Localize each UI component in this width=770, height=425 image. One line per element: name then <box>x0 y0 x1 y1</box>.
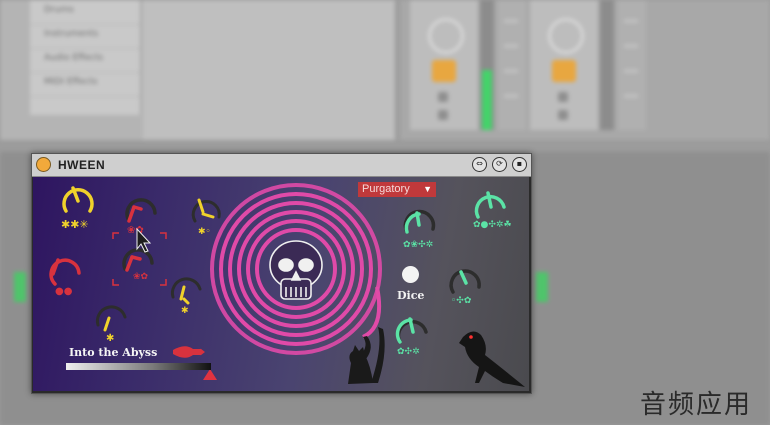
yellow-knob-2[interactable] <box>191 198 221 223</box>
red-knob-2-symbols: ●● <box>55 286 73 297</box>
yellow-knob-4[interactable] <box>95 305 127 332</box>
mixer-strip <box>530 0 598 130</box>
crow-silhouette-icon <box>459 331 525 387</box>
browser-item-label: Drums <box>44 5 74 15</box>
device-panel: ✱✱✳ ✱◦ ✱ ✱ ❀✿ ●● ❀✿ ✿❀✣✲ ✿●✣✲☘ ◦✣✿ ✿✣✲ P… <box>33 177 529 391</box>
preset-dropdown[interactable]: Purgatory ▼ <box>358 182 436 197</box>
device-power-button[interactable] <box>36 157 51 172</box>
monitor-button[interactable] <box>558 110 568 120</box>
abyss-slider-handle[interactable] <box>203 369 217 380</box>
mixer-panel <box>400 0 770 140</box>
browser-item[interactable]: Instruments <box>30 24 140 49</box>
map-icon[interactable]: ⇔ <box>472 157 487 172</box>
yellow-knob-3[interactable] <box>170 277 202 305</box>
watermark: 音频应用 <box>640 390 753 420</box>
track-marker <box>536 272 548 302</box>
device-title: HWEEN <box>58 158 106 172</box>
browser-item[interactable]: Audio Effects <box>30 48 140 73</box>
solo-button[interactable] <box>552 60 576 82</box>
preset-dropdown-value: Purgatory <box>362 183 410 195</box>
pan-knob[interactable] <box>428 18 464 54</box>
arm-button[interactable] <box>438 92 448 102</box>
volume-scale <box>618 0 646 130</box>
yellow-knob-3-symbols: ✱ <box>181 306 189 316</box>
red-knob-3-symbols: ❀✿ <box>133 272 149 282</box>
yellow-knob-4-symbols: ✱ <box>106 333 114 344</box>
green-knob-1[interactable] <box>403 209 436 234</box>
green-knob-4-symbols: ✿✣✲ <box>397 347 420 357</box>
yellow-knob-1[interactable] <box>62 186 94 213</box>
chevron-down-icon: ▼ <box>423 184 432 194</box>
device-titlebar: HWEEN ⇔ ⟳ ▪ <box>32 154 531 177</box>
green-knob-3[interactable] <box>449 269 481 294</box>
dice-label: Dice <box>397 289 425 302</box>
hot-swap-icon[interactable]: ⟳ <box>492 157 507 172</box>
hween-device: HWEEN ⇔ ⟳ ▪ ✱✱✳ ✱◦ ✱ ✱ ❀✿ ●● ❀✿ ✿❀✣✲ ✿●✣… <box>31 153 532 394</box>
arm-button[interactable] <box>558 92 568 102</box>
abyss-slider[interactable] <box>66 363 211 370</box>
solo-button[interactable] <box>432 60 456 82</box>
yellow-knob-1-symbols: ✱✱✳ <box>61 218 89 231</box>
browser-panel: Drums Instruments Audio Effects MIDI Eff… <box>0 0 395 140</box>
volume-scale <box>498 0 526 130</box>
abyss-arrow-icon <box>173 345 205 359</box>
level-meter <box>600 0 614 130</box>
yellow-knob-2-symbols: ✱◦ <box>198 227 211 237</box>
green-knob-4[interactable] <box>395 317 428 344</box>
mixer-strip <box>410 0 478 130</box>
browser-list: Drums Instruments Audio Effects MIDI Eff… <box>30 0 142 115</box>
track-marker <box>14 272 26 302</box>
green-knob-1-symbols: ✿❀✣✲ <box>403 240 433 250</box>
green-knob-2-symbols: ✿●✣✲☘ <box>473 220 512 230</box>
browser-item-label: Instruments <box>44 29 99 39</box>
red-knob-2[interactable] <box>49 258 81 286</box>
red-knob-3[interactable] <box>122 248 154 272</box>
green-knob-2[interactable] <box>474 191 506 219</box>
browser-item-label: Audio Effects <box>44 53 104 63</box>
browser-item[interactable]: MIDI Effects <box>30 72 140 97</box>
pan-knob[interactable] <box>548 18 584 54</box>
browser-item-label: MIDI Effects <box>44 77 98 87</box>
abyss-label: Into the Abyss <box>69 346 158 359</box>
browser-content <box>143 0 395 140</box>
green-knob-3-symbols: ◦✣✿ <box>451 296 472 306</box>
red-knob-1[interactable] <box>125 198 157 223</box>
skull-icon <box>269 240 323 300</box>
dice-button[interactable] <box>402 266 419 283</box>
monitor-button[interactable] <box>438 110 448 120</box>
browser-item[interactable]: Drums <box>30 0 140 25</box>
save-icon[interactable]: ▪ <box>512 157 527 172</box>
level-meter <box>480 0 494 130</box>
